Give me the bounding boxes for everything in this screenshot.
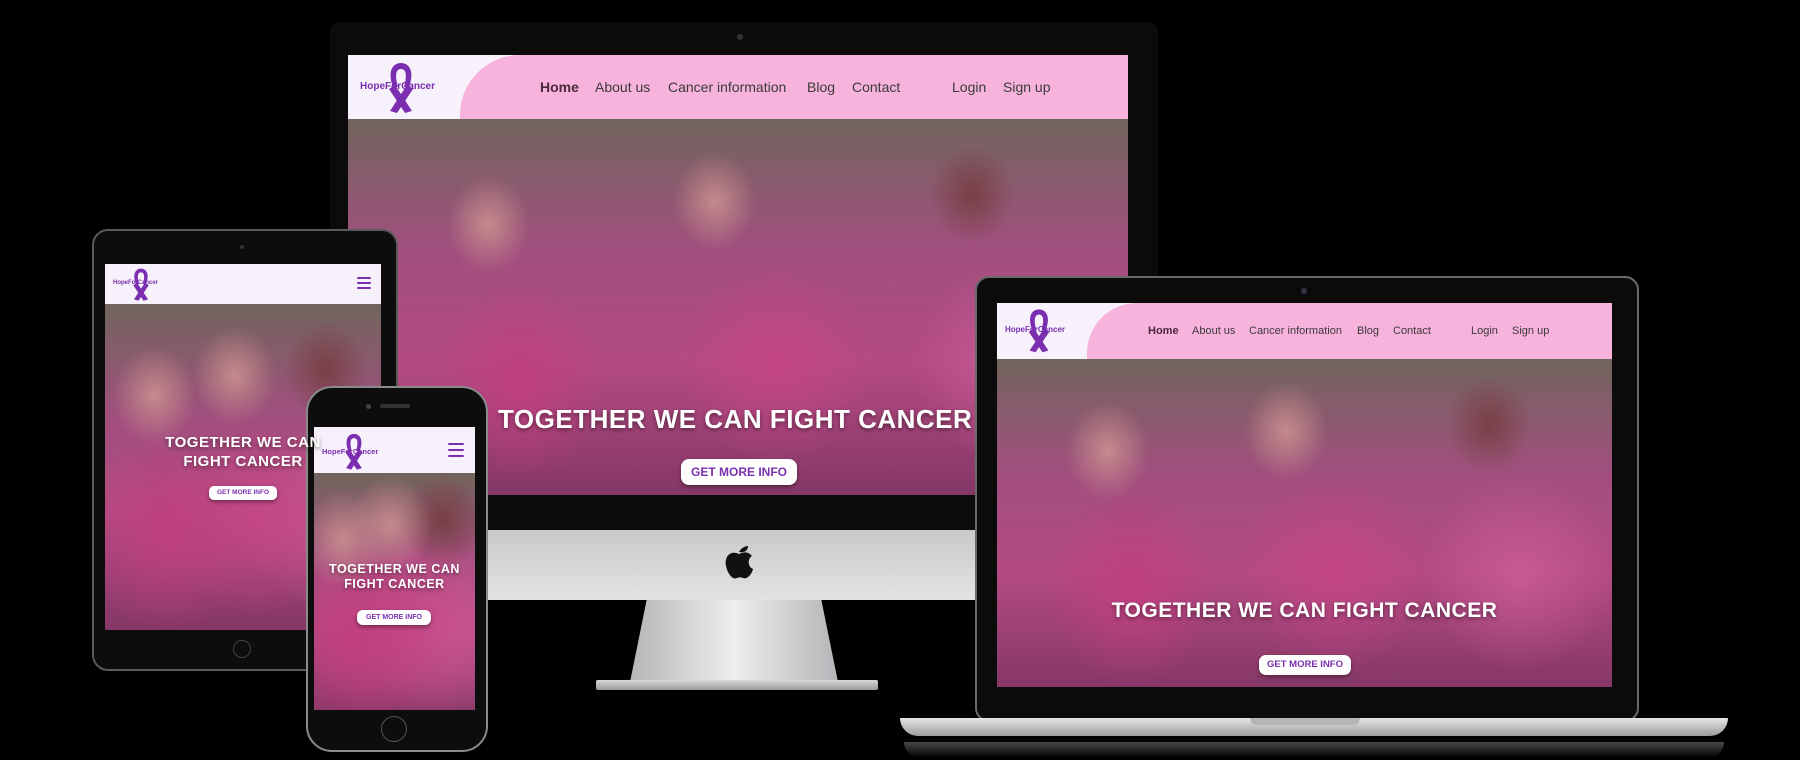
logo-text: HopeForCancer xyxy=(113,280,159,286)
monitor-stand xyxy=(630,600,838,682)
nav-about[interactable]: About us xyxy=(595,79,650,95)
phone-hero-title-line1: TOGETHER WE CAN xyxy=(329,562,460,576)
tablet-hero-title-line2: FIGHT CANCER xyxy=(183,453,303,470)
laptop-logo[interactable]: HopeForCancer xyxy=(1005,307,1075,355)
desktop-header: HopeForCancer Home About us Cancer infor… xyxy=(348,55,1128,119)
nav-contact[interactable]: Contact xyxy=(1393,325,1431,337)
tablet-camera xyxy=(240,245,244,249)
phone-camera xyxy=(366,404,371,409)
monitor-camera xyxy=(737,34,743,40)
phone-hero: TOGETHER WE CAN FIGHT CANCER GET MORE IN… xyxy=(314,473,475,710)
laptop-hero: TOGETHER WE CAN FIGHT CANCER GET MORE IN… xyxy=(997,359,1612,687)
laptop-screen: HopeForCancer Home About us Cancer infor… xyxy=(997,303,1612,687)
tablet-header: HopeForCancer xyxy=(105,264,381,304)
desktop-hero-button[interactable]: GET MORE INFO xyxy=(681,459,797,485)
apple-logo-icon xyxy=(722,542,756,582)
laptop-hero-title: TOGETHER WE CAN FIGHT CANCER xyxy=(1111,599,1498,622)
monitor-stand-base xyxy=(596,680,878,690)
nav-login[interactable]: Login xyxy=(952,79,986,95)
nav-blog[interactable]: Blog xyxy=(807,79,835,95)
nav-home[interactable]: Home xyxy=(1148,325,1179,337)
nav-home[interactable]: Home xyxy=(540,79,579,95)
hamburger-menu-icon[interactable] xyxy=(448,443,464,457)
nav-cancer-info[interactable]: Cancer information xyxy=(668,79,786,95)
phone-home-button[interactable] xyxy=(381,716,407,742)
nav-about[interactable]: About us xyxy=(1192,325,1235,337)
nav-cancer-info[interactable]: Cancer information xyxy=(1249,325,1342,337)
logo-text: HopeForCancer xyxy=(360,81,436,92)
nav-blog[interactable]: Blog xyxy=(1357,325,1379,337)
nav-signup[interactable]: Sign up xyxy=(1512,325,1549,337)
hamburger-menu-icon[interactable] xyxy=(357,277,371,289)
logo-text: HopeForCancer xyxy=(1005,325,1066,334)
tablet-hero-title-line1: TOGETHER WE CAN xyxy=(165,434,321,451)
laptop-notch xyxy=(1250,718,1360,725)
laptop-reflection xyxy=(904,742,1724,758)
laptop-header: HopeForCancer Home About us Cancer infor… xyxy=(997,303,1612,359)
tablet-logo[interactable]: HopeForCancer xyxy=(113,267,169,301)
laptop-camera xyxy=(1301,288,1307,294)
phone-earpiece xyxy=(380,404,410,408)
phone-hero-title-line2: FIGHT CANCER xyxy=(344,577,445,591)
laptop-hero-button[interactable]: GET MORE INFO xyxy=(1259,655,1351,675)
phone-hero-button[interactable]: GET MORE INFO xyxy=(357,610,431,625)
desktop-hero-title: TOGETHER WE CAN FIGHT CANCER xyxy=(498,404,973,434)
desktop-logo[interactable]: HopeForCancer xyxy=(360,61,440,115)
tablet-home-button[interactable] xyxy=(233,640,251,658)
nav-contact[interactable]: Contact xyxy=(852,79,900,95)
nav-signup[interactable]: Sign up xyxy=(1003,79,1050,95)
tablet-hero-button[interactable]: GET MORE INFO xyxy=(209,486,277,500)
nav-login[interactable]: Login xyxy=(1471,325,1498,337)
